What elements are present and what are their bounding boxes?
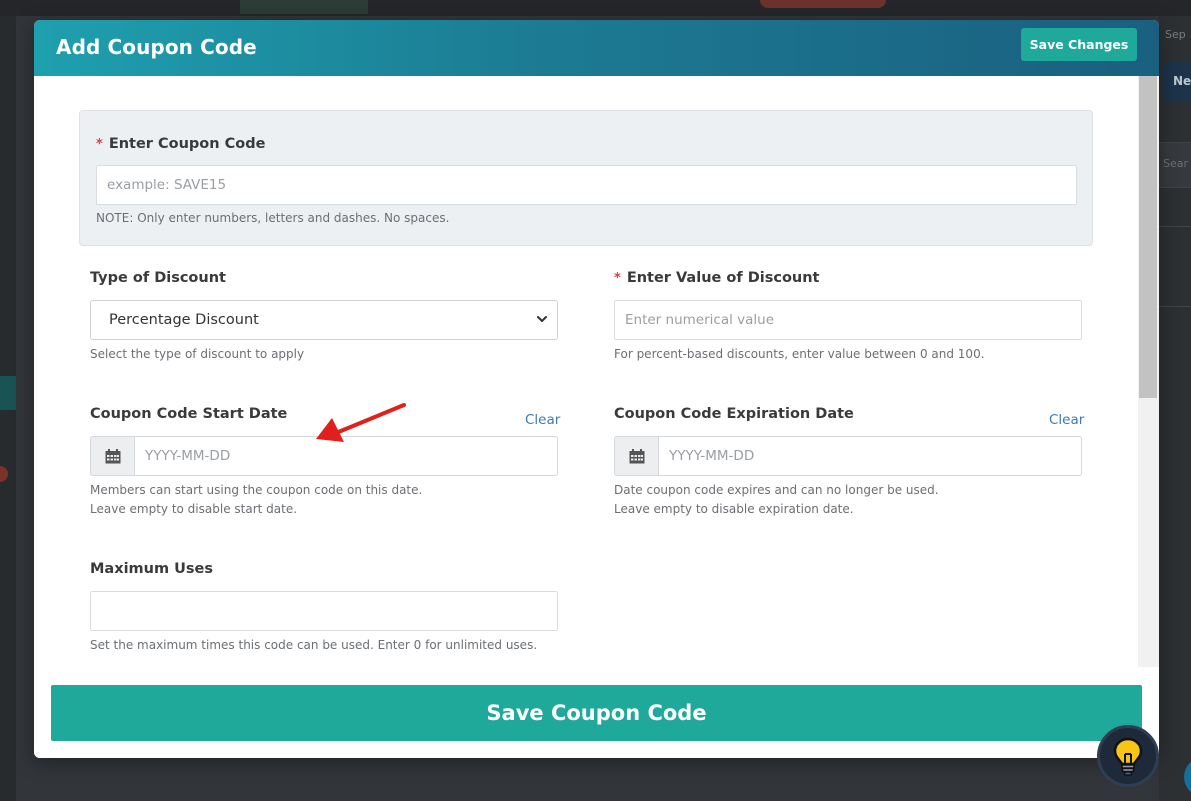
- discount-value-help: For percent-based discounts, enter value…: [614, 347, 985, 361]
- required-mark: *: [96, 137, 103, 152]
- expiration-date-calendar-button[interactable]: [614, 436, 659, 476]
- expiration-date-help: Date coupon code expires and can no long…: [614, 481, 939, 519]
- start-date-help: Members can start using the coupon code …: [90, 481, 422, 519]
- lightbulb-icon: [1113, 737, 1143, 776]
- start-date-clear-link[interactable]: Clear: [525, 412, 560, 428]
- max-uses-input[interactable]: [90, 591, 558, 631]
- expiration-date-clear-link[interactable]: Clear: [1049, 412, 1084, 428]
- max-uses-label: Maximum Uses: [90, 561, 213, 577]
- start-date-label: Coupon Code Start Date: [90, 406, 288, 422]
- coupon-code-note: NOTE: Only enter numbers, letters and da…: [96, 211, 450, 225]
- start-date-calendar-button[interactable]: [90, 436, 135, 476]
- expiration-date-input[interactable]: [658, 436, 1082, 476]
- expiration-date-help-line2: Leave empty to disable expiration date.: [614, 502, 854, 516]
- discount-type-help: Select the type of discount to apply: [90, 347, 305, 361]
- start-date-help-line1: Members can start using the coupon code …: [90, 483, 423, 497]
- add-coupon-modal: Add Coupon Code Save Changes * Enter Coup…: [34, 20, 1159, 758]
- discount-value-label: * Enter Value of Discount: [614, 270, 819, 286]
- calendar-icon: [105, 449, 121, 464]
- red-arrow-annotation: [316, 403, 406, 442]
- coupon-code-label: * Enter Coupon Code: [96, 136, 265, 152]
- discount-value-label-text: Enter Value of Discount: [626, 270, 820, 286]
- max-uses-help: Set the maximum times this code can be u…: [90, 638, 538, 652]
- expiration-date-group: [614, 436, 1082, 476]
- modal-header: Add Coupon Code Save Changes: [34, 20, 1159, 76]
- modal-title: Add Coupon Code: [56, 35, 257, 59]
- discount-value-input[interactable]: [614, 300, 1082, 340]
- start-date-help-line2: Leave empty to disable start date.: [90, 502, 298, 516]
- help-lightbulb-button[interactable]: [1097, 725, 1159, 787]
- coupon-code-panel: * Enter Coupon Code NOTE: Only enter numb…: [79, 110, 1093, 246]
- coupon-code-input[interactable]: [96, 165, 1077, 205]
- expiration-date-label: Coupon Code Expiration Date: [614, 406, 854, 422]
- expiration-date-help-line1: Date coupon code expires and can no long…: [614, 483, 939, 497]
- calendar-icon: [629, 449, 645, 464]
- required-mark: *: [614, 271, 621, 286]
- discount-type-selected: Percentage Discount: [109, 312, 259, 328]
- coupon-code-label-text: Enter Coupon Code: [108, 136, 266, 152]
- modal-body[interactable]: * Enter Coupon Code NOTE: Only enter numb…: [34, 76, 1138, 667]
- modal-scrollbar-thumb[interactable]: [1139, 76, 1157, 398]
- save-changes-button[interactable]: Save Changes: [1021, 28, 1137, 61]
- modal-footer: Save Coupon Code: [34, 667, 1159, 758]
- save-coupon-code-button[interactable]: Save Coupon Code: [51, 685, 1142, 741]
- discount-type-label: Type of Discount: [90, 270, 226, 286]
- discount-type-select[interactable]: Percentage Discount: [90, 300, 558, 340]
- chevron-down-icon: [537, 316, 547, 322]
